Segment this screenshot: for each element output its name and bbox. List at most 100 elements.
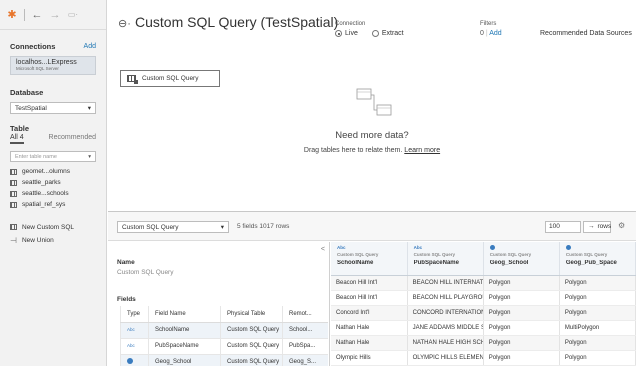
string-type-icon[interactable]: Abc: [414, 245, 483, 251]
filters-summary: 0 | Add: [480, 30, 502, 37]
table-icon: [10, 190, 17, 197]
new-union-button[interactable]: ⊣ New Union: [10, 234, 106, 246]
grid-cell: Olympic Hills: [331, 350, 408, 366]
grid-column-header[interactable]: Custom SQL Query Geog_School: [483, 242, 560, 276]
grid-cell: Concord Int'l: [331, 305, 408, 321]
query-card-label: Custom SQL Query: [142, 75, 199, 82]
collapse-pane-icon[interactable]: <: [321, 246, 325, 253]
fields-rows-info: 5 fields 1017 rows: [237, 223, 290, 230]
table-item[interactable]: seattle_parks: [10, 177, 106, 188]
grid-cell: Polygon: [483, 275, 560, 291]
add-filter-link[interactable]: Add: [489, 30, 501, 37]
grid-column-header[interactable]: Custom SQL Query Geog_Pub_Space: [559, 242, 636, 276]
table-item-label: spatial_ref_sys: [22, 201, 66, 208]
grid-cell: Polygon: [559, 290, 636, 306]
add-connection-link[interactable]: Add: [84, 43, 96, 50]
row-count-input[interactable]: 100: [545, 221, 581, 233]
column-source: Custom SQL Query: [489, 252, 532, 257]
table-heading: Table: [10, 124, 30, 133]
grid-cell: Beacon Hill Int'l: [331, 275, 408, 291]
new-custom-sql-button[interactable]: New Custom SQL: [10, 221, 106, 233]
table-item-label: seattle_parks: [22, 179, 61, 186]
chevron-down-icon[interactable]: ▾: [88, 154, 91, 160]
new-union-label: New Union: [21, 236, 54, 244]
field-name-cell: PubSpaceName: [148, 338, 221, 355]
extract-label: Extract: [381, 30, 404, 37]
grid-cell: Polygon: [559, 305, 636, 321]
column-header-physical-table[interactable]: Physical Table: [220, 306, 283, 323]
custom-sql-query-card[interactable]: Custom SQL Query: [120, 70, 220, 87]
connection-item[interactable]: localhos...LExpress Microsoft SQL Server: [10, 56, 96, 75]
grid-cell: BEACON HILL INTERNATION...: [407, 275, 484, 291]
remote-name-cell: Geog_S...: [282, 354, 328, 366]
database-value: TestSpatial: [15, 104, 47, 112]
table-item[interactable]: geomet...olumns: [10, 166, 106, 177]
learn-more-link[interactable]: Learn more: [404, 147, 440, 154]
join-canvas[interactable]: Custom SQL Query Need more data? Drag ta…: [108, 44, 636, 211]
tab-recommended[interactable]: Recommended: [49, 134, 96, 144]
table-item[interactable]: seattle...schools: [10, 188, 106, 199]
string-type-icon[interactable]: Abc: [127, 343, 135, 348]
connection-name: localhos...LExpress: [16, 59, 77, 66]
grid-column-header[interactable]: Abc Custom SQL Query SchoolName: [331, 242, 408, 276]
settings-gear-icon[interactable]: ⚙: [618, 221, 625, 230]
fields-table: Type Field Name Physical Table Remot... …: [120, 306, 328, 366]
geography-type-icon[interactable]: [565, 245, 571, 250]
data-preview-table: Abc Custom SQL Query SchoolName Abc Custom …: [331, 242, 636, 366]
table-search-placeholder: Enter table name: [15, 153, 57, 160]
recommended-sources-link[interactable]: Recommended Data Sources: [540, 30, 632, 37]
table-row[interactable]: Beacon Hill Int'lBEACON HILL INTERNATION…: [331, 275, 636, 291]
remote-name-cell: PubSpa...: [282, 338, 328, 355]
table-icon: [10, 201, 17, 208]
connections-heading: Connections: [10, 42, 56, 51]
grid-column-header[interactable]: Abc Custom SQL Query PubSpaceName: [407, 242, 484, 276]
column-source: Custom SQL Query: [337, 252, 379, 257]
column-source: Custom SQL Query: [565, 252, 608, 257]
column-name: Geog_School: [489, 260, 529, 266]
fields-heading: Fields: [117, 296, 136, 303]
geography-type-icon[interactable]: [489, 245, 495, 250]
rows-label: rows: [597, 223, 612, 230]
datasource-title[interactable]: Custom SQL Query (TestSpatial): [135, 14, 338, 30]
column-header-field-name[interactable]: Field Name: [148, 306, 221, 323]
geography-type-icon[interactable]: [127, 358, 133, 364]
live-label: Live: [345, 30, 358, 37]
column-name: PubSpaceName: [413, 260, 459, 266]
string-type-icon[interactable]: Abc: [127, 327, 135, 332]
table-select-value: Custom SQL Query: [122, 223, 179, 231]
table-search-input[interactable]: Enter table name ▾: [10, 151, 96, 162]
string-type-icon[interactable]: Abc: [337, 245, 407, 251]
database-select[interactable]: TestSpatial ▾: [10, 102, 96, 114]
save-icon[interactable]: ▭·: [67, 9, 79, 21]
table-row[interactable]: Abc SchoolName Custom SQL Query School..…: [120, 322, 328, 339]
table-item[interactable]: spatial_ref_sys: [10, 199, 106, 210]
radio-empty-icon: [371, 30, 379, 37]
tab-all[interactable]: All 4: [10, 134, 24, 144]
table-row[interactable]: Beacon Hill Int'lBEACON HILL PLAYGROUNDP…: [331, 290, 636, 306]
back-arrow-icon[interactable]: ←: [31, 9, 43, 21]
table-row[interactable]: Geog_School Custom SQL Query Geog_S...: [120, 354, 328, 366]
forward-arrow-icon[interactable]: →: [49, 9, 61, 21]
rows-apply-button[interactable]: → rows: [583, 221, 611, 233]
grid-cell: Beacon Hill Int'l: [331, 290, 408, 306]
relate-tables-illustration: [356, 88, 392, 116]
extract-radio[interactable]: Extract: [371, 30, 404, 37]
need-more-data-heading: Need more data?: [335, 130, 409, 141]
name-value: Custom SQL Query: [117, 269, 174, 276]
custom-sql-icon: [10, 224, 17, 230]
table-select[interactable]: Custom SQL Query ▾: [117, 221, 229, 233]
grid-cell: Nathan Hale: [331, 335, 408, 351]
arrow-icon: →: [588, 223, 595, 230]
table-row[interactable]: Olympic HillsOLYMPIC HILLS ELEMENTARYPol…: [331, 350, 636, 366]
connection-type: Microsoft SQL Server: [16, 66, 59, 71]
table-row[interactable]: Nathan HaleJANE ADDAMS MIDDLE SCH...Poly…: [331, 320, 636, 336]
table-row[interactable]: Concord Int'lCONCORD INTERNATIONAL ...Po…: [331, 305, 636, 321]
column-header-type[interactable]: Type: [120, 306, 149, 323]
chevron-down-icon: ▾: [220, 224, 224, 231]
column-header-remote[interactable]: Remot...: [282, 306, 328, 323]
tableau-logo-icon[interactable]: ✱: [6, 9, 18, 21]
column-source: Custom SQL Query: [413, 252, 456, 257]
live-radio[interactable]: Live: [335, 30, 358, 37]
table-row[interactable]: Nathan HaleNATHAN HALE HIGH SCHOOLPolygo…: [331, 335, 636, 351]
table-row[interactable]: Abc PubSpaceName Custom SQL Query PubSpa…: [120, 338, 328, 355]
